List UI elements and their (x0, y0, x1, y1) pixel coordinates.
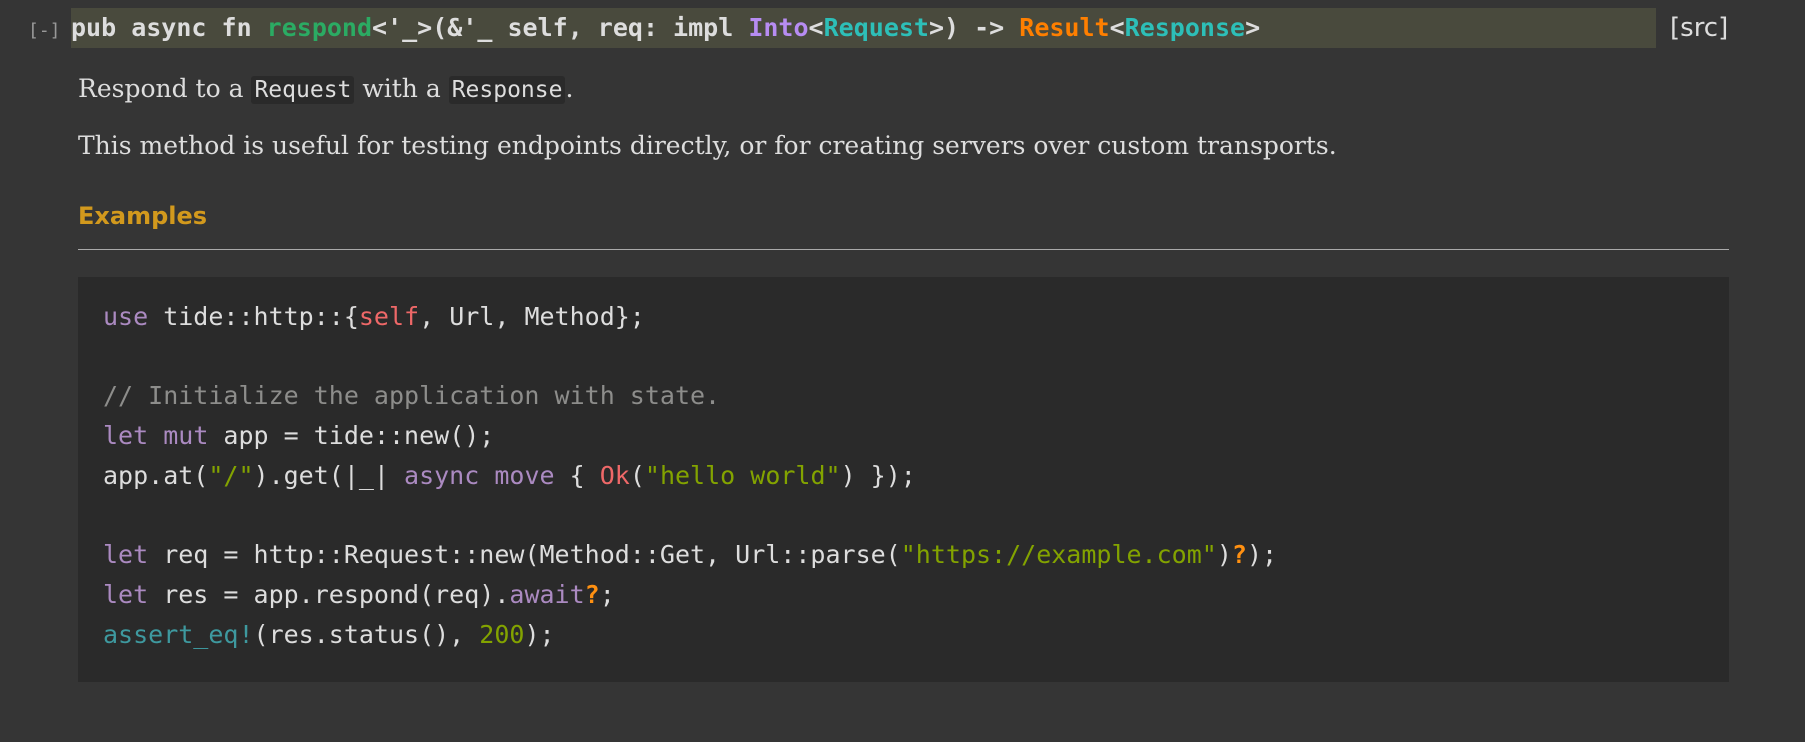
collapse-toggle[interactable]: [-] (28, 20, 61, 41)
src-link[interactable]: [src] (1670, 8, 1728, 48)
into-trait-link[interactable]: Into (748, 13, 808, 42)
doc-description: This method is useful for testing endpoi… (78, 131, 1337, 160)
examples-heading[interactable]: Examples (78, 202, 207, 230)
doc-summary: Respond to a Request with a Response. (78, 74, 574, 104)
code-example: use tide::http::{self, Url, Method}; // … (103, 302, 1278, 649)
result-type-link[interactable]: Result (1019, 13, 1109, 42)
fn-name-link[interactable]: respond (267, 13, 372, 42)
inline-code-response: Response (448, 76, 566, 104)
inline-code-request: Request (251, 76, 355, 104)
heading-divider (78, 249, 1729, 250)
request-type-link[interactable]: Request (824, 13, 929, 42)
code-example-block: use tide::http::{self, Url, Method}; // … (78, 277, 1729, 682)
response-type-link[interactable]: Response (1125, 13, 1245, 42)
method-signature: pub async fn respond<'_>(&'_ self, req: … (71, 13, 1261, 42)
